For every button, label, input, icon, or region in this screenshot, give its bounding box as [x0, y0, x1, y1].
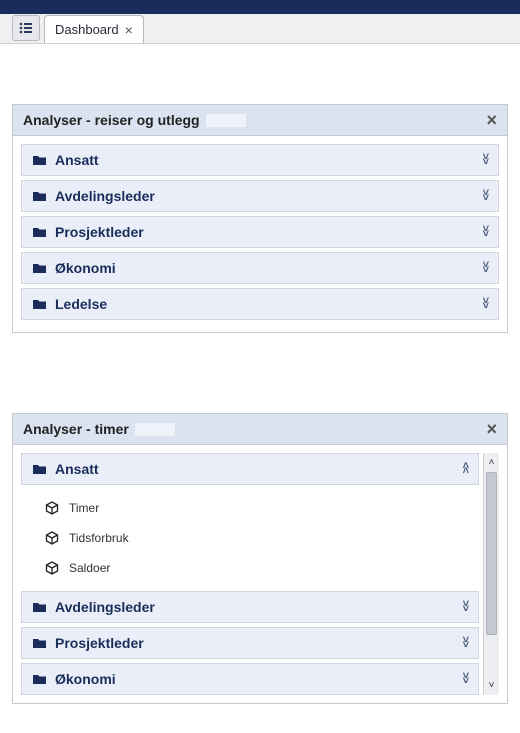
item-timer[interactable]: Timer [21, 493, 479, 523]
item-saldoer[interactable]: Saldoer [21, 553, 479, 583]
item-label: Timer [69, 501, 99, 515]
panel-analyser-reiser: Analyser - reiser og utlegg × Ansatt ˅˅ … [12, 104, 508, 333]
group-avdelingsleder[interactable]: Avdelingsleder ˅˅ [21, 591, 479, 623]
tab-dashboard[interactable]: Dashboard × [44, 15, 144, 43]
tab-close-icon[interactable]: × [125, 23, 133, 37]
folder-icon [32, 463, 47, 475]
chevron-down-icon: ˅˅ [463, 674, 468, 685]
group-label: Ansatt [55, 152, 99, 168]
panel-title: Analyser - reiser og utlegg [23, 112, 200, 128]
chevron-up-icon: ˄˄ [463, 464, 468, 475]
group-label: Økonomi [55, 260, 116, 276]
tabstrip: Dashboard × [0, 14, 520, 44]
chevron-down-icon: ˅˅ [483, 191, 488, 202]
folder-icon [32, 673, 47, 685]
cube-icon [45, 561, 59, 575]
folder-icon [32, 298, 47, 310]
tab-label: Dashboard [55, 22, 119, 37]
list-icon [19, 21, 33, 35]
folder-icon [32, 601, 47, 613]
group-ansatt-expanded[interactable]: Ansatt ˄˄ [21, 453, 479, 485]
cube-icon [45, 531, 59, 545]
chevron-down-icon: ˅˅ [483, 299, 488, 310]
group-ansatt-items: Timer Tidsforbruk Saldoer [21, 489, 479, 591]
panel-close-icon[interactable]: × [486, 420, 497, 438]
item-tidsforbruk[interactable]: Tidsforbruk [21, 523, 479, 553]
folder-icon [32, 262, 47, 274]
scroll-down-icon[interactable]: ˅ [487, 678, 497, 693]
chevron-down-icon: ˅˅ [483, 263, 488, 274]
chevron-down-icon: ˅˅ [483, 227, 488, 238]
list-view-button[interactable] [12, 15, 40, 41]
workspace: Analyser - reiser og utlegg × Ansatt ˅˅ … [0, 44, 520, 733]
title-ghost [135, 423, 175, 436]
app-topbar [0, 0, 520, 14]
scroll-up-icon[interactable]: ˄ [487, 455, 497, 470]
group-okonomi[interactable]: Økonomi ˅˅ [21, 252, 499, 284]
chevron-down-icon: ˅˅ [463, 602, 468, 613]
chevron-down-icon: ˅˅ [463, 638, 468, 649]
vertical-scrollbar[interactable]: ˄ ˅ [483, 453, 499, 695]
folder-icon [32, 190, 47, 202]
panel-header: Analyser - reiser og utlegg × [13, 105, 507, 136]
group-label: Prosjektleder [55, 224, 144, 240]
panel-header: Analyser - timer × [13, 414, 507, 445]
folder-icon [32, 637, 47, 649]
group-label: Avdelingsleder [55, 599, 155, 615]
group-label: Avdelingsleder [55, 188, 155, 204]
chevron-down-icon: ˅˅ [483, 155, 488, 166]
scroll-track[interactable] [484, 470, 499, 678]
group-ledelse[interactable]: Ledelse ˅˅ [21, 288, 499, 320]
panel-title: Analyser - timer [23, 421, 129, 437]
panel-close-icon[interactable]: × [486, 111, 497, 129]
title-ghost [206, 114, 246, 127]
folder-icon [32, 154, 47, 166]
group-label: Ansatt [55, 461, 99, 477]
group-okonomi[interactable]: Økonomi ˅˅ [21, 663, 479, 695]
folder-icon [32, 226, 47, 238]
group-prosjektleder[interactable]: Prosjektleder ˅˅ [21, 627, 479, 659]
panel-analyser-timer: Analyser - timer × Ansatt ˄˄ Timer [12, 413, 508, 704]
group-label: Ledelse [55, 296, 107, 312]
cube-icon [45, 501, 59, 515]
panel-body: Ansatt ˄˄ Timer Tidsforbruk Sa [13, 445, 507, 703]
group-avdelingsleder[interactable]: Avdelingsleder ˅˅ [21, 180, 499, 212]
group-prosjektleder[interactable]: Prosjektleder ˅˅ [21, 216, 499, 248]
panel-body: Ansatt ˅˅ Avdelingsleder ˅˅ Prosjektlede… [13, 136, 507, 332]
group-label: Økonomi [55, 671, 116, 687]
group-ansatt[interactable]: Ansatt ˅˅ [21, 144, 499, 176]
group-label: Prosjektleder [55, 635, 144, 651]
item-label: Saldoer [69, 561, 110, 575]
item-label: Tidsforbruk [69, 531, 129, 545]
scroll-thumb[interactable] [486, 472, 497, 635]
